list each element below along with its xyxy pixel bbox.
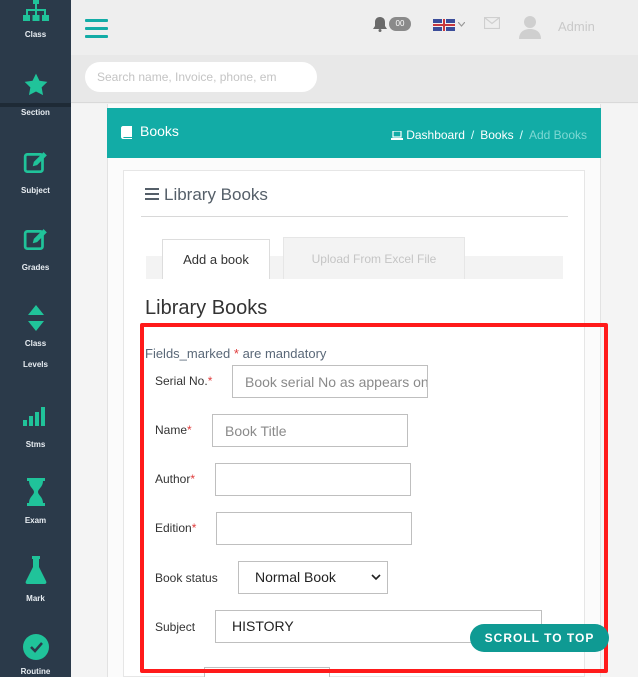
sidebar-item-label: Grades	[21, 263, 50, 272]
laptop-icon	[391, 130, 404, 140]
breadcrumb-current: Add Books	[528, 128, 587, 142]
sidebar-item-exam[interactable]: Exam	[0, 478, 71, 548]
sidebar-item-grades[interactable]: Grades	[0, 227, 71, 297]
subject-label: Subject	[155, 620, 196, 634]
required-star: *	[233, 346, 239, 361]
serial-label: Serial No.*	[155, 374, 213, 388]
tab-upload-excel[interactable]: Upload From Excel File	[283, 237, 465, 279]
mandatory-suffix: are mandatory	[242, 346, 327, 361]
mandatory-note: Fields_marked * are mandatory	[145, 346, 326, 361]
sidebar-item-class[interactable]: Class	[0, 0, 71, 70]
sidebar-item-class-levels[interactable]: Class Levels	[0, 305, 71, 375]
book-icon	[121, 126, 132, 139]
hourglass-icon	[26, 478, 45, 506]
breadcrumb-separator: /	[519, 128, 523, 142]
sidebar-item-label-2: Levels	[23, 360, 48, 369]
sidebar-item-routine[interactable]: Routine	[0, 633, 71, 677]
edition-label: Edition*	[155, 521, 197, 535]
breadcrumb: Dashboard / Books / Add Books	[391, 128, 587, 142]
mandatory-prefix: Fields_marked	[145, 346, 231, 361]
form-heading: Library Books	[145, 297, 268, 319]
subject-value: HISTORY	[232, 618, 294, 634]
sidebar-item-label: Subject	[21, 186, 50, 195]
breadcrumb-separator: /	[470, 128, 475, 142]
breadcrumb-books[interactable]: Books	[480, 128, 513, 142]
breadcrumb-dashboard[interactable]: Dashboard	[406, 128, 465, 142]
chevron-down-icon	[371, 574, 381, 581]
next-field-input[interactable]	[204, 667, 330, 677]
edition-input[interactable]	[216, 512, 412, 545]
book-status-select[interactable]: Normal Book	[238, 561, 388, 594]
author-label: Author*	[155, 472, 196, 486]
book-status-label: Book status	[155, 571, 218, 585]
hamburger-menu-icon[interactable]	[85, 19, 108, 39]
page-header: Books Dashboard / Books / Add Books	[107, 108, 601, 158]
sitemap-icon	[22, 0, 49, 21]
sidebar-item-subject[interactable]: Subject	[0, 150, 71, 220]
chevron-down-icon[interactable]	[458, 22, 465, 27]
panel-divider	[141, 216, 568, 217]
serial-no-input[interactable]	[232, 365, 428, 398]
topbar: 00 Admin	[71, 0, 638, 55]
user-avatar-icon[interactable]	[519, 15, 541, 39]
sidebar-item-mark[interactable]: Mark	[0, 556, 71, 626]
panel-title: Library Books	[164, 185, 268, 204]
sidebar: Class Section Subject Grades Class Level…	[0, 0, 71, 677]
sidebar-item-label: Exam	[24, 516, 47, 525]
edit-icon	[23, 152, 47, 174]
book-title-input[interactable]	[212, 414, 408, 447]
sidebar-item-label: Routine	[20, 667, 51, 676]
sidebar-item-label: Section	[21, 108, 50, 117]
sidebar-item-label: Class	[24, 30, 47, 39]
tab-add-book[interactable]: Add a book	[162, 239, 270, 279]
mail-icon[interactable]	[484, 17, 500, 29]
bar-chart-icon	[22, 407, 45, 426]
page-title: Books	[140, 123, 179, 139]
notification-badge: 00	[389, 17, 411, 31]
flask-icon	[25, 556, 46, 584]
sort-icon	[27, 305, 44, 331]
sidebar-item-section[interactable]: Section	[0, 72, 71, 142]
author-input[interactable]	[215, 463, 411, 496]
user-name[interactable]: Admin	[558, 19, 595, 34]
tab-label: Add a book	[183, 252, 249, 267]
name-label: Name*	[155, 423, 192, 437]
list-icon	[145, 188, 159, 200]
search-input[interactable]	[85, 62, 317, 92]
star-icon	[24, 73, 47, 96]
book-status-value: Normal Book	[255, 569, 336, 585]
search-bar	[71, 55, 638, 103]
clock-icon	[22, 634, 49, 660]
flag-icon[interactable]	[433, 19, 455, 31]
sidebar-item-label: Stms	[25, 440, 46, 449]
sidebar-item-stms[interactable]: Stms	[0, 404, 71, 474]
tab-label: Upload From Excel File	[311, 252, 437, 266]
edit-icon	[23, 229, 47, 251]
sidebar-item-label: Mark	[26, 594, 45, 603]
sidebar-item-label: Class	[24, 339, 47, 348]
bell-icon[interactable]	[373, 16, 387, 32]
scroll-to-top-button[interactable]: SCROLL TO TOP	[470, 624, 609, 652]
